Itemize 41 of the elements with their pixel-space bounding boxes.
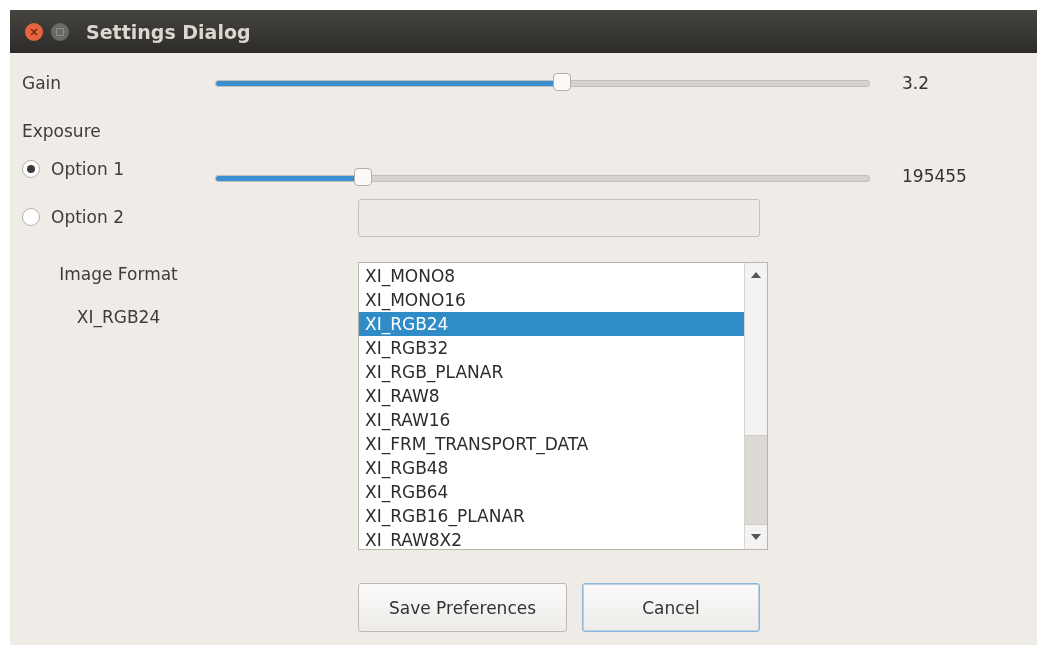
scrollbar-thumb[interactable] bbox=[745, 434, 767, 525]
list-item[interactable]: XI_RGB_PLANAR bbox=[359, 360, 744, 384]
list-item[interactable]: XI_RAW8 bbox=[359, 384, 744, 408]
close-icon bbox=[30, 27, 38, 36]
minimize-icon bbox=[56, 27, 64, 36]
slider-handle[interactable] bbox=[553, 73, 572, 91]
list-item[interactable]: XI_RGB16_PLANAR bbox=[359, 504, 744, 528]
list-item[interactable]: XI_RAW8X2 bbox=[359, 528, 744, 549]
slider-track[interactable] bbox=[215, 80, 870, 87]
list-item[interactable]: XI_RGB64 bbox=[359, 480, 744, 504]
list-item[interactable]: XI_RGB32 bbox=[359, 336, 744, 360]
current-format-text: XI_RGB24 bbox=[76, 307, 161, 327]
exposure-value: 195455 bbox=[901, 166, 968, 186]
save-button[interactable]: Save Preferences bbox=[358, 583, 567, 632]
list-item[interactable]: XI_MONO16 bbox=[359, 288, 744, 312]
minimize-button[interactable] bbox=[51, 22, 69, 41]
gain-value: 3.2 bbox=[901, 73, 931, 93]
scrollbar[interactable] bbox=[744, 263, 767, 549]
list-item[interactable]: XI_RGB24 bbox=[359, 312, 744, 336]
radio-label[interactable]: Option 1 bbox=[51, 159, 124, 179]
scroll-up-icon[interactable] bbox=[751, 272, 761, 278]
list-item[interactable]: XI_RGB48 bbox=[359, 456, 744, 480]
input-field[interactable] bbox=[358, 199, 760, 237]
window-title: Settings Dialog bbox=[86, 20, 251, 43]
list-item[interactable]: XI_FRM_TRANSPORT_DATA bbox=[359, 432, 744, 456]
radio-button[interactable] bbox=[22, 208, 40, 226]
exposure-slider[interactable] bbox=[215, 167, 870, 189]
radio-label[interactable]: Option 2 bbox=[51, 207, 124, 227]
radio-button[interactable] bbox=[22, 160, 40, 178]
close-button[interactable] bbox=[25, 22, 43, 41]
gain-label: Gain bbox=[22, 73, 63, 93]
format-list[interactable]: XI_MONO8 XI_MONO16 XI_RGB24 XI_RGB32 XI_RGB_PLANAR XI_RAW8 XI_RAW16 XI_FRM_TRANSPORT_DATA XI_RGB48 XI_RGB64 XI_RGB16_PLANAR XI_RAW8X2 bbox=[358, 262, 768, 550]
gain-slider[interactable] bbox=[215, 72, 870, 94]
slider-handle[interactable] bbox=[354, 168, 372, 186]
scroll-down-icon[interactable] bbox=[751, 534, 761, 540]
slider-track[interactable] bbox=[215, 175, 870, 182]
list-item[interactable]: XI_MONO8 bbox=[359, 264, 744, 288]
cancel-button[interactable]: Cancel bbox=[582, 583, 760, 632]
image-format-label: Image Format bbox=[59, 264, 178, 284]
exposure-label: Exposure bbox=[22, 121, 102, 141]
list-item[interactable]: XI_RAW16 bbox=[359, 408, 744, 432]
